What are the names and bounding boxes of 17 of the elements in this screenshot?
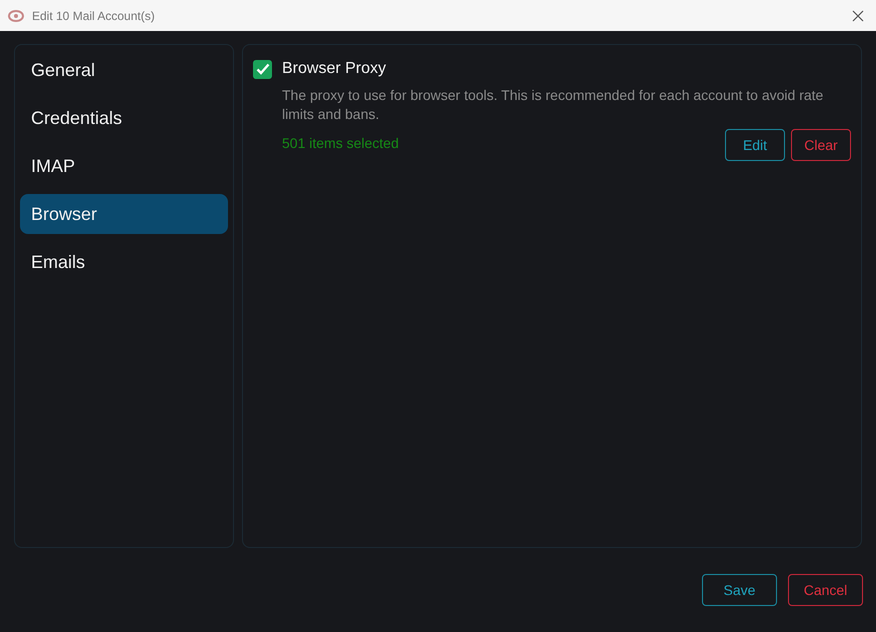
sidebar-item[interactable]: Credentials [20,98,228,138]
checkbox[interactable] [253,60,272,78]
setting-description: The proxy to use for browser tools. This is recommended for each account to avoid rate limits and bans. [282,86,824,124]
checkmark-icon [256,63,270,75]
window-title: Edit 10 Mail Account(s) [32,8,156,24]
sidebar-item[interactable]: Emails [20,242,228,282]
setting-label: Browser Proxy [282,59,386,79]
cancel-button[interactable]: Cancel [788,574,863,606]
sidebar-item[interactable]: Browser [20,194,228,234]
clear-button[interactable]: Clear [791,129,851,161]
save-button[interactable]: Save [702,574,777,606]
sidebar-item[interactable]: General [20,50,228,90]
status-text: 501 items selected [282,134,399,153]
edit-button[interactable]: Edit [725,129,785,161]
close-icon[interactable] [852,10,864,22]
sidebar-item[interactable]: IMAP [20,146,228,186]
logo-icon [8,10,24,22]
